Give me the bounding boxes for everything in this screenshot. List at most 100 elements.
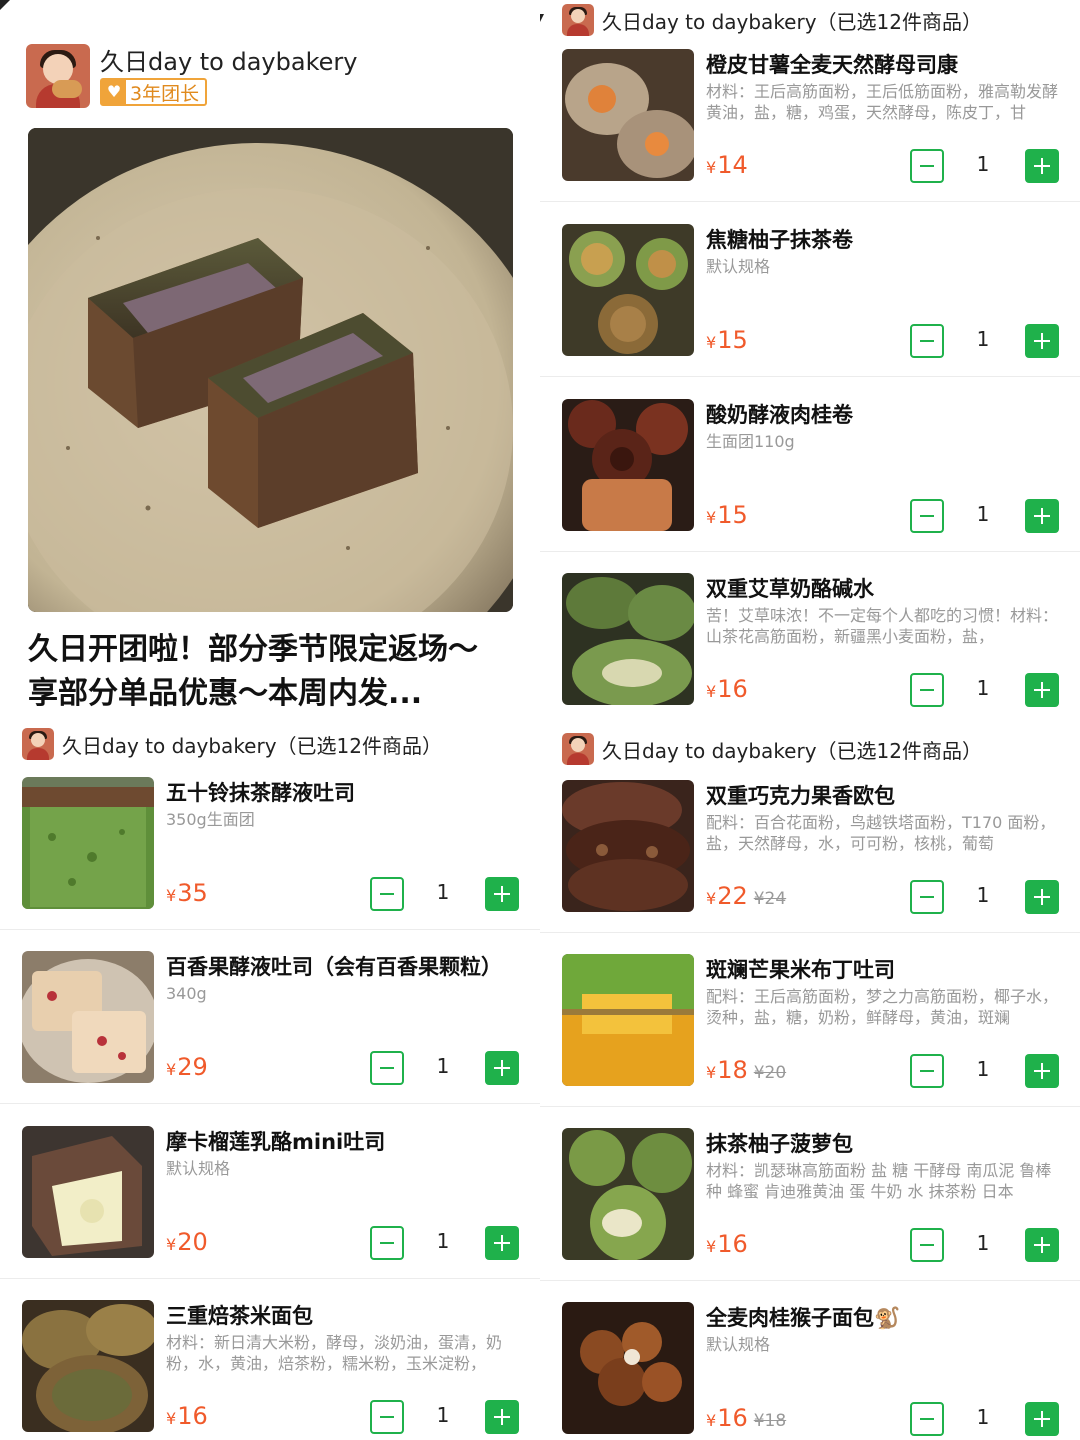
decrease-button[interactable]	[370, 1051, 404, 1085]
quantity-value: 1	[436, 1054, 450, 1078]
decrease-button[interactable]	[910, 1402, 944, 1436]
corner-mark	[540, 14, 544, 22]
product-item[interactable]: 三重焙茶米面包 材料：新日清大米粉，酵母，淡奶油，蛋清，奶粉，水，黄油，焙茶粉，…	[22, 1300, 540, 1440]
product-desc: 配料：王后高筋面粉，梦之力高筋面粉，椰子水，烫种，盐，糖，奶粉，鲜酵母，黄油，斑…	[706, 987, 1059, 1027]
product-desc: 340g	[166, 984, 207, 1003]
product-thumbnail[interactable]	[562, 573, 694, 705]
product-desc: 默认规格	[706, 257, 771, 276]
product-thumbnail[interactable]	[22, 1300, 154, 1432]
product-item[interactable]: 斑斓芒果米布丁吐司 配料：王后高筋面粉，梦之力高筋面粉，椰子水，烫种，盐，糖，奶…	[540, 954, 1080, 1129]
increase-button[interactable]	[1025, 673, 1059, 707]
increase-button[interactable]	[1025, 1228, 1059, 1262]
product-name: 双重艾草奶酪碱水	[706, 577, 874, 601]
product-price: ¥29	[166, 1053, 208, 1081]
shop-header[interactable]: 久日day to daybakery ♥ 3年团长	[26, 42, 526, 108]
shop-selection-text: 久日day to daybakery（已选12件商品）	[62, 733, 442, 758]
product-item[interactable]: 百香果酵液吐司（会有百香果颗粒） 340g ¥29 1	[0, 951, 540, 1126]
product-name: 抹茶柚子菠萝包	[706, 1132, 853, 1156]
corner-mark	[0, 0, 10, 10]
product-thumbnail[interactable]	[22, 777, 154, 909]
quantity-value: 1	[976, 152, 990, 176]
increase-button[interactable]	[1025, 880, 1059, 914]
decrease-button[interactable]	[910, 149, 944, 183]
leader-badge: ♥ 3年团长	[100, 78, 208, 106]
headline-line-2: 享部分单品优惠～本周内发...	[28, 676, 423, 711]
increase-button[interactable]	[485, 1400, 519, 1434]
increase-button[interactable]	[1025, 324, 1059, 358]
product-name: 焦糖柚子抹茶卷	[706, 228, 853, 252]
quantity-value: 1	[976, 1057, 990, 1081]
product-price: ¥16	[706, 1230, 748, 1258]
decrease-button[interactable]	[370, 1400, 404, 1434]
left-panel: 久日day to daybakery ♥ 3年团长 久日开团啦！部分季节限定返场…	[0, 0, 540, 1440]
increase-button[interactable]	[485, 1226, 519, 1260]
product-thumbnail[interactable]	[562, 49, 694, 181]
shop-selection-line[interactable]: 久日day to daybakery（已选12件商品）	[22, 726, 442, 762]
product-price: ¥20	[166, 1228, 208, 1256]
product-item[interactable]: 抹茶柚子菠萝包 材料：凯瑟琳高筋面粉 盐 糖 干酵母 南瓜泥 鲁棒种 蜂蜜 肯迪…	[540, 1128, 1080, 1303]
product-item[interactable]: 焦糖柚子抹茶卷 默认规格 ¥15 1	[540, 224, 1080, 399]
shop-selection-line[interactable]: 久日day to daybakery（已选12件商品）	[562, 2, 982, 38]
divider	[0, 1103, 540, 1104]
shop-name[interactable]: 久日day to daybakery	[100, 42, 357, 77]
divider	[540, 376, 1080, 377]
product-thumbnail[interactable]	[22, 951, 154, 1083]
decrease-button[interactable]	[910, 1228, 944, 1262]
product-item[interactable]: 摩卡榴莲乳酪mini吐司 默认规格 ¥20 1	[0, 1126, 540, 1301]
product-item[interactable]: 酸奶酵液肉桂卷 生面团110g ¥15 1	[540, 399, 1080, 574]
increase-button[interactable]	[485, 877, 519, 911]
product-thumbnail[interactable]	[562, 780, 694, 912]
product-thumbnail[interactable]	[22, 1126, 154, 1258]
shop-selection-line[interactable]: 久日day to daybakery（已选12件商品）	[562, 731, 982, 767]
product-name: 双重巧克力果香欧包	[706, 784, 895, 808]
product-desc: 默认规格	[166, 1159, 231, 1178]
quantity-value: 1	[436, 880, 450, 904]
increase-button[interactable]	[1025, 149, 1059, 183]
product-thumbnail[interactable]	[562, 1128, 694, 1260]
decrease-button[interactable]	[910, 324, 944, 358]
product-item[interactable]: 橙皮甘薯全麦天然酵母司康 材料：王后高筋面粉，王后低筋面粉，雅高勒发酵黄油，盐，…	[540, 49, 1080, 224]
product-thumbnail[interactable]	[562, 954, 694, 1086]
decrease-button[interactable]	[910, 880, 944, 914]
post-headline[interactable]: 久日开团啦！部分季节限定返场～ 享部分单品优惠～本周内发...	[28, 628, 518, 716]
product-price: ¥16	[166, 1402, 208, 1430]
divider	[540, 551, 1080, 552]
product-item[interactable]: 全麦肉桂猴子面包🐒 默认规格 ¥16 ¥18 1	[562, 1302, 1080, 1440]
quantity-value: 1	[976, 502, 990, 526]
product-price: ¥15	[706, 501, 748, 529]
product-item[interactable]: 双重艾草奶酪碱水 苦！艾草味浓！不一定每个人都吃的习惯！材料：山茶花高筋面粉，新…	[562, 573, 1080, 748]
right-panel: 久日day to daybakery（已选12件商品） 橙皮甘薯全麦天然酵母司康…	[540, 0, 1080, 1440]
increase-button[interactable]	[1025, 499, 1059, 533]
hero-image[interactable]	[28, 128, 513, 612]
product-price: ¥15	[706, 326, 748, 354]
decrease-button[interactable]	[910, 499, 944, 533]
product-item[interactable]: 五十铃抹茶酵液吐司 350g生面团 ¥35 1	[0, 777, 540, 952]
shop-mini-avatar	[562, 733, 594, 765]
shop-mini-avatar	[562, 4, 594, 36]
increase-button[interactable]	[1025, 1402, 1059, 1436]
product-name: 五十铃抹茶酵液吐司	[166, 781, 355, 805]
product-thumbnail[interactable]	[562, 224, 694, 356]
heart-shield-icon: ♥	[102, 80, 126, 104]
increase-button[interactable]	[1025, 1054, 1059, 1088]
decrease-button[interactable]	[370, 1226, 404, 1260]
original-price: ¥24	[753, 889, 787, 909]
product-desc: 350g生面团	[166, 810, 255, 829]
quantity-value: 1	[436, 1403, 450, 1427]
divider	[0, 929, 540, 930]
product-desc: 材料：新日清大米粉，酵母，淡奶油，蛋清，奶粉，水，黄油，焙茶粉，糯米粉，玉米淀粉…	[166, 1333, 503, 1373]
product-price: ¥35	[166, 879, 208, 907]
product-name: 斑斓芒果米布丁吐司	[706, 958, 895, 982]
decrease-button[interactable]	[910, 673, 944, 707]
decrease-button[interactable]	[910, 1054, 944, 1088]
shop-selection-text: 久日day to daybakery（已选12件商品）	[602, 9, 982, 34]
original-price: ¥20	[753, 1063, 787, 1083]
decrease-button[interactable]	[370, 877, 404, 911]
product-item[interactable]: 双重巧克力果香欧包 配料：百合花面粉，鸟越铁塔面粉，T170 面粉，盐，天然酵母…	[540, 780, 1080, 955]
increase-button[interactable]	[485, 1051, 519, 1085]
product-thumbnail[interactable]	[562, 399, 694, 531]
product-desc: 配料：百合花面粉，鸟越铁塔面粉，T170 面粉，盐，天然酵母，水，可可粉，核桃，…	[706, 813, 1056, 853]
product-thumbnail[interactable]	[562, 1302, 694, 1434]
shop-avatar[interactable]	[26, 44, 90, 108]
product-desc: 生面团110g	[706, 432, 795, 451]
